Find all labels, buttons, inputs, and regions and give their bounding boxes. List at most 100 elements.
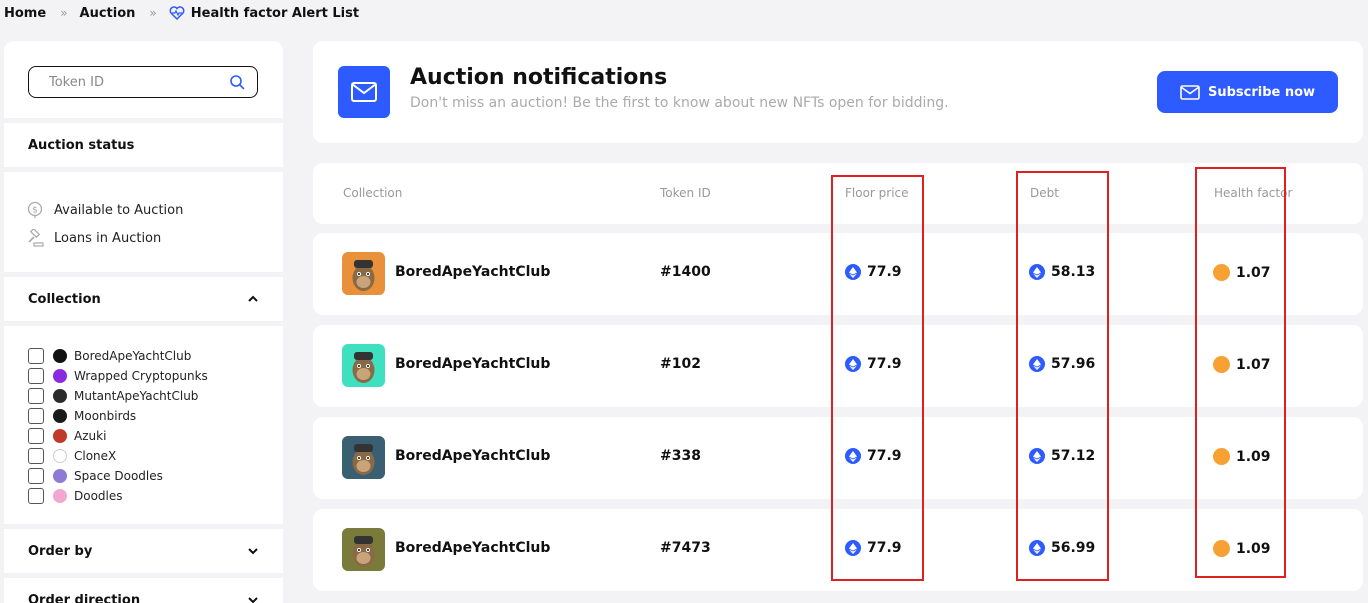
search-icon[interactable] [229, 74, 245, 90]
table-header: Collection Token ID Floor price Debt Hea… [313, 163, 1363, 224]
collection-checkbox[interactable] [28, 468, 44, 484]
search-box[interactable] [28, 66, 258, 98]
ape-avatar-icon [352, 352, 375, 383]
health-factor-cell: 1.09 [1213, 540, 1271, 557]
health-factor-cell: 1.07 [1213, 264, 1271, 281]
column-header-debt[interactable]: Debt [1030, 186, 1059, 200]
collection-checkbox[interactable] [28, 448, 44, 464]
collection-label: Space Doodles [74, 469, 163, 483]
nft-avatar [342, 252, 385, 295]
order-by-label: Order by [28, 543, 93, 559]
breadcrumb-separator: » [149, 6, 156, 20]
breadcrumb-separator: » [60, 6, 67, 20]
collection-name[interactable]: BoredApeYachtClub [395, 264, 550, 280]
collection-item[interactable]: CloneX [28, 446, 259, 466]
collection-checkbox[interactable] [28, 348, 44, 364]
collection-logo-icon [53, 349, 67, 363]
auction-status-list: $ Available to Auction Loans in Auction [4, 172, 283, 272]
nft-avatar [342, 436, 385, 479]
column-header-health-factor[interactable]: Health factor [1214, 186, 1292, 200]
floor-price-value: 77.9 [867, 356, 902, 372]
token-id: #1400 [660, 264, 711, 280]
order-direction-header[interactable]: Order direction [4, 578, 283, 603]
column-header-collection[interactable]: Collection [343, 186, 402, 200]
eth-icon [845, 356, 861, 372]
debt-value: 56.99 [1051, 540, 1096, 556]
nft-avatar [342, 528, 385, 571]
token-id: #102 [660, 356, 701, 372]
collection-header[interactable]: Collection [4, 277, 283, 321]
debt-cell: 56.99 [1029, 540, 1095, 556]
collection-item[interactable]: BoredApeYachtClub [28, 346, 259, 366]
ape-avatar-icon [352, 444, 375, 475]
collection-checkbox[interactable] [28, 428, 44, 444]
svg-text:$: $ [32, 206, 38, 216]
floor-price-cell: 77.9 [845, 264, 902, 280]
status-item-loans[interactable]: Loans in Auction [26, 224, 261, 252]
debt-value: 58.13 [1051, 264, 1096, 280]
heart-pulse-icon [169, 6, 185, 21]
collection-logo-icon [53, 429, 67, 443]
chevron-up-icon[interactable] [247, 293, 259, 305]
eth-icon [1029, 448, 1045, 464]
eth-icon [845, 448, 861, 464]
health-status-dot-icon [1213, 540, 1230, 557]
table-row[interactable]: BoredApeYachtClub #338 77.9 57.12 1.09 [313, 417, 1363, 499]
table-row[interactable]: BoredApeYachtClub #102 77.9 57.96 1.07 [313, 325, 1363, 407]
collection-label: BoredApeYachtClub [74, 349, 192, 363]
auction-status-label: Auction status [28, 137, 135, 153]
health-factor-cell: 1.07 [1213, 356, 1271, 373]
search-section [4, 41, 283, 118]
collection-item[interactable]: Moonbirds [28, 406, 259, 426]
collection-label: Wrapped Cryptopunks [74, 369, 208, 383]
token-id-search-input[interactable] [49, 74, 229, 90]
order-by-header[interactable]: Order by [4, 529, 283, 573]
table-row[interactable]: BoredApeYachtClub #1400 77.9 58.13 1.07 [313, 233, 1363, 315]
collection-label: Azuki [74, 429, 107, 443]
chevron-down-icon[interactable] [247, 594, 259, 603]
table-row[interactable]: BoredApeYachtClub #7473 77.9 56.99 1.09 [313, 509, 1363, 591]
eth-icon [1029, 356, 1045, 372]
collection-logo-icon [53, 409, 67, 423]
collection-logo-icon [53, 449, 67, 463]
floor-price-cell: 77.9 [845, 356, 902, 372]
floor-price-cell: 77.9 [845, 448, 902, 464]
collection-name[interactable]: BoredApeYachtClub [395, 448, 550, 464]
ape-avatar-icon [352, 536, 375, 567]
health-factor-value: 1.09 [1236, 540, 1271, 557]
collection-item[interactable]: Doodles [28, 486, 259, 506]
collection-checkbox[interactable] [28, 388, 44, 404]
collection-item[interactable]: Wrapped Cryptopunks [28, 366, 259, 386]
collection-item[interactable]: Azuki [28, 426, 259, 446]
health-status-dot-icon [1213, 264, 1230, 281]
collection-label: Moonbirds [74, 409, 137, 423]
breadcrumb-auction[interactable]: Auction [80, 6, 136, 21]
chevron-down-icon[interactable] [247, 545, 259, 557]
subscribe-label: Subscribe now [1207, 84, 1316, 100]
column-header-token-id[interactable]: Token ID [660, 186, 711, 200]
auction-status-header[interactable]: Auction status [4, 123, 283, 167]
floor-price-value: 77.9 [867, 448, 902, 464]
ape-avatar-icon [352, 260, 375, 291]
breadcrumb-current: Health factor Alert List [169, 5, 359, 21]
collection-name[interactable]: BoredApeYachtClub [395, 540, 550, 556]
collection-list: BoredApeYachtClub Wrapped Cryptopunks Muta… [4, 326, 283, 524]
collection-item[interactable]: Space Doodles [28, 466, 259, 486]
column-header-floor-price[interactable]: Floor price [845, 186, 909, 200]
subscribe-button[interactable]: Subscribe now [1157, 71, 1338, 113]
health-factor-cell: 1.09 [1213, 448, 1271, 465]
collection-checkbox[interactable] [28, 408, 44, 424]
collection-item[interactable]: MutantApeYachtClub [28, 386, 259, 406]
health-status-dot-icon [1213, 356, 1230, 373]
status-item-available[interactable]: $ Available to Auction [26, 196, 261, 224]
breadcrumb-home[interactable]: Home [4, 6, 46, 21]
debt-value: 57.12 [1051, 448, 1096, 464]
collection-checkbox[interactable] [28, 368, 44, 384]
collection-name[interactable]: BoredApeYachtClub [395, 356, 550, 372]
token-id: #338 [660, 448, 701, 464]
mail-badge [338, 66, 390, 118]
health-factor-value: 1.07 [1236, 264, 1271, 281]
filter-sidebar: Auction status $ Available to Auction Lo… [4, 41, 283, 603]
floor-price-value: 77.9 [867, 264, 902, 280]
collection-checkbox[interactable] [28, 488, 44, 504]
